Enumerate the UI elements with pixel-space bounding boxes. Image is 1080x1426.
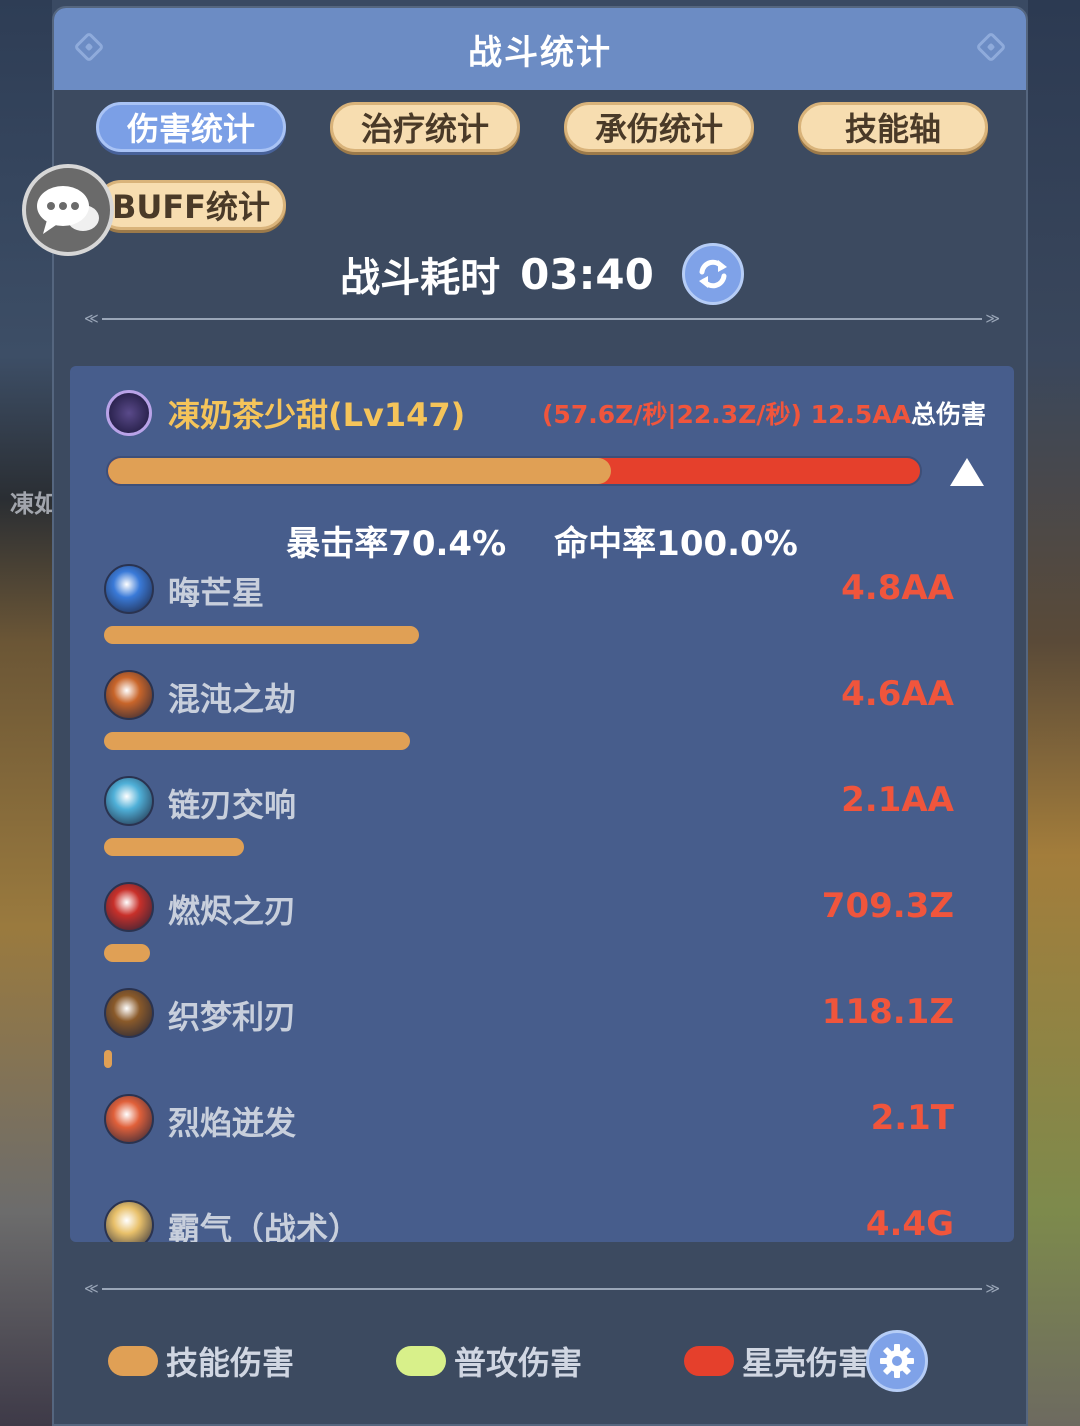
diamond-ornament-icon bbox=[73, 31, 105, 63]
skill-damage-value: 4.4G bbox=[865, 1204, 954, 1242]
fire-blade-skill-icon bbox=[104, 882, 154, 932]
skill-damage-bar bbox=[104, 1050, 112, 1068]
legend-star-shell-damage: 星壳伤害 bbox=[684, 1338, 870, 1384]
legend-swatch bbox=[684, 1346, 734, 1376]
skill-name: 晦芒星 bbox=[168, 574, 265, 612]
skill-row: 混沌之劫 4.6AA bbox=[104, 670, 954, 770]
skill-name: 链刃交响 bbox=[168, 786, 297, 824]
divider-bottom: ≪ ≫ bbox=[84, 1281, 1000, 1297]
player-name: 凍奶茶少甜(Lv147) bbox=[168, 396, 466, 434]
background-right bbox=[1028, 0, 1080, 1426]
duration-label: 战斗耗时 bbox=[340, 255, 501, 301]
skill-name: 烈焰迸发 bbox=[168, 1104, 297, 1142]
damage-stats-card: 凍奶茶少甜(Lv147) (57.6Z/秒|22.3Z/秒) 12.5AA总伤害… bbox=[70, 366, 1014, 1242]
collapse-triangle-icon[interactable] bbox=[950, 458, 984, 486]
legend-skill-damage: 技能伤害 bbox=[108, 1338, 294, 1384]
title-bar: 战斗统计 bbox=[54, 8, 1026, 90]
divider-top: ≪ ≫ bbox=[84, 311, 1000, 327]
player-total-damage: 12.5AA bbox=[810, 400, 911, 429]
chaos-skill-icon bbox=[104, 670, 154, 720]
legend-label: 星壳伤害 bbox=[742, 1344, 871, 1382]
duration-value: 03:40 bbox=[520, 249, 654, 299]
battle-stats-panel: 战斗统计 伤害统计 治疗统计 承伤统计 技能轴 BUFF统计 战斗耗时 03:4… bbox=[52, 6, 1028, 1426]
skill-damage-bar bbox=[104, 732, 410, 750]
background-player-label: 凍如 bbox=[10, 490, 58, 518]
skill-damage-bar bbox=[104, 944, 150, 962]
skill-damage-value: 4.6AA bbox=[841, 674, 954, 714]
skill-damage-value: 118.1Z bbox=[821, 992, 954, 1032]
dream-blade-skill-icon bbox=[104, 988, 154, 1038]
skill-damage-bar bbox=[104, 838, 244, 856]
skill-damage-value: 2.1T bbox=[870, 1098, 954, 1138]
flame-burst-skill-icon bbox=[104, 1094, 154, 1144]
skill-name: 混沌之劫 bbox=[168, 680, 297, 718]
diamond-ornament-icon bbox=[975, 31, 1007, 63]
settings-button[interactable] bbox=[866, 1330, 928, 1392]
star-skill-icon bbox=[104, 564, 154, 614]
chain-blade-skill-icon bbox=[104, 776, 154, 826]
gear-icon bbox=[880, 1344, 914, 1378]
refresh-icon bbox=[698, 259, 727, 289]
tab-skill-timeline[interactable]: 技能轴 bbox=[798, 102, 988, 152]
tab-buff-stats[interactable]: BUFF统计 bbox=[96, 180, 286, 230]
chat-button[interactable] bbox=[22, 164, 114, 256]
player-damage-bar bbox=[106, 456, 922, 486]
legend-label: 普攻伤害 bbox=[454, 1344, 583, 1382]
skill-damage-value: 2.1AA bbox=[841, 780, 954, 820]
legend-swatch bbox=[396, 1346, 446, 1376]
player-total-label: 总伤害 bbox=[910, 400, 986, 429]
legend-label: 技能伤害 bbox=[166, 1344, 295, 1382]
player-dps: (57.6Z/秒|22.3Z/秒) 12.5AA总伤害 bbox=[542, 395, 986, 431]
skill-row: 烈焰迸发 2.1T bbox=[104, 1094, 954, 1194]
skill-row: 织梦利刃 118.1Z bbox=[104, 988, 954, 1088]
rates-row: 暴击率70.4% 命中率100.0% bbox=[70, 516, 1014, 565]
panel-title: 战斗统计 bbox=[468, 32, 612, 73]
legend-swatch bbox=[108, 1346, 158, 1376]
skill-row: 链刃交响 2.1AA bbox=[104, 776, 954, 876]
player-dps-values: (57.6Z/秒|22.3Z/秒) bbox=[542, 400, 802, 429]
chat-icon bbox=[37, 186, 99, 234]
skill-row: 霸气（战术） 4.4G bbox=[104, 1200, 954, 1242]
skill-row: 燃烬之刃 709.3Z bbox=[104, 882, 954, 982]
tab-damage-stats[interactable]: 伤害统计 bbox=[96, 102, 286, 152]
tab-damage-taken-stats[interactable]: 承伤统计 bbox=[564, 102, 754, 152]
skill-damage-value: 4.8AA bbox=[841, 568, 954, 608]
player-class-icon bbox=[106, 390, 152, 436]
player-summary: 凍奶茶少甜(Lv147) (57.6Z/秒|22.3Z/秒) 12.5AA总伤害 bbox=[106, 388, 986, 438]
skill-name: 燃烬之刃 bbox=[168, 892, 297, 930]
battle-duration: 战斗耗时 03:40 bbox=[54, 243, 1030, 305]
domineer-skill-icon bbox=[104, 1200, 154, 1242]
tab-healing-stats[interactable]: 治疗统计 bbox=[330, 102, 520, 152]
refresh-button[interactable] bbox=[681, 243, 744, 305]
skill-damage-bar bbox=[104, 626, 419, 644]
skill-damage-value: 709.3Z bbox=[821, 886, 954, 926]
crit-rate: 暴击率70.4% bbox=[286, 524, 507, 564]
damage-legend: 技能伤害 普攻伤害 星壳伤害 bbox=[56, 1338, 916, 1384]
skill-name: 织梦利刃 bbox=[168, 998, 297, 1036]
skill-damage-fill bbox=[108, 458, 612, 484]
legend-normal-attack-damage: 普攻伤害 bbox=[396, 1338, 582, 1384]
skill-row: 晦芒星 4.8AA bbox=[104, 564, 954, 664]
hit-rate: 命中率100.0% bbox=[554, 524, 798, 564]
skill-name: 霸气（战术） bbox=[168, 1210, 361, 1242]
